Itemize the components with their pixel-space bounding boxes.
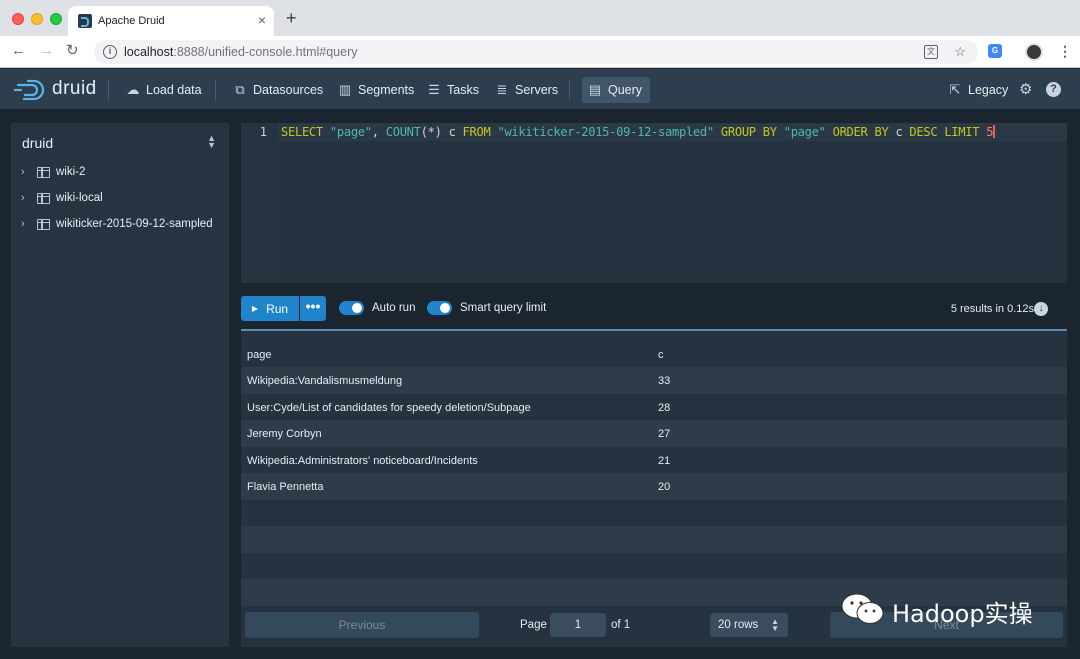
- nav-legacy[interactable]: ⇱ Legacy: [942, 77, 1014, 103]
- table-row: Wikipedia:Vandalismusmeldung 33: [241, 367, 1067, 394]
- table-row: User:Cyde/List of candidates for speedy …: [241, 394, 1067, 421]
- nav-servers[interactable]: ≣ Servers: [489, 77, 564, 103]
- druid-header: druid ☁ Load data ⧉ Datasources ▥ Segmen…: [0, 69, 1080, 110]
- nav-datasources[interactable]: ⧉ Datasources: [227, 77, 329, 103]
- table-cell: User:Cyde/List of candidates for speedy …: [247, 402, 531, 414]
- schema-sidebar: druid ▲ ▼ › wiki-2 › wiki-local › wikitic…: [11, 123, 229, 647]
- browser-menu-icon[interactable]: ⋮: [1058, 42, 1072, 60]
- query-editor[interactable]: 1 SELECT "page", COUNT(*) c FROM "wikiti…: [241, 123, 1067, 283]
- browser-tab-strip: Apache Druid × +: [0, 0, 1080, 36]
- column-header-c[interactable]: c: [658, 349, 664, 361]
- back-arrow-icon[interactable]: ←: [11, 42, 26, 60]
- nav-divider: [215, 80, 216, 100]
- column-header-page[interactable]: page: [247, 349, 271, 361]
- query-text[interactable]: SELECT "page", COUNT(*) c FROM "wikitick…: [278, 123, 1067, 141]
- stacked-chart-icon: ▥: [338, 82, 352, 97]
- close-window-button[interactable]: [12, 13, 24, 25]
- auto-run-label: Auto run: [372, 302, 416, 314]
- table-row-empty: [241, 526, 1067, 553]
- page-number-input[interactable]: 1: [550, 613, 606, 637]
- tree-item-wiki-2[interactable]: › wiki-2: [21, 163, 85, 181]
- browser-toolbar: ← → ↻ i localhost:8888/unified-console.h…: [0, 36, 1080, 68]
- double-caret-icon: ▲ ▼: [771, 617, 779, 633]
- table-cell: Wikipedia:Vandalismusmeldung: [247, 375, 403, 387]
- browser-tab[interactable]: Apache Druid ×: [68, 6, 274, 36]
- results-info: 5 results in 0.12s: [950, 303, 1034, 315]
- application-icon: ▤: [588, 82, 602, 97]
- table-cell: Wikipedia:Administrators' noticeboard/In…: [247, 455, 478, 467]
- schema-select[interactable]: druid: [22, 135, 53, 151]
- chevron-right-icon[interactable]: ›: [21, 218, 31, 230]
- reload-icon[interactable]: ↻: [66, 42, 79, 60]
- page-total-label: of 1: [611, 619, 631, 631]
- minimize-window-button[interactable]: [31, 13, 43, 25]
- table-cell: 33: [658, 375, 671, 387]
- nav-segments[interactable]: ▥ Segments: [332, 77, 420, 103]
- play-icon: ▶: [251, 304, 259, 313]
- auto-run-toggle[interactable]: [339, 301, 364, 315]
- table-cell: 21: [658, 455, 671, 467]
- text-cursor: [993, 125, 996, 138]
- address-bar[interactable]: i localhost:8888/unified-console.html#qu…: [94, 40, 978, 64]
- info-icon[interactable]: i: [103, 45, 117, 59]
- chevron-right-icon[interactable]: ›: [21, 166, 31, 178]
- table-icon: [37, 192, 50, 204]
- watermark-text: Hadoop实操: [892, 600, 1033, 628]
- table-cell: Flavia Pennetta: [247, 481, 324, 493]
- table-cell: 20: [658, 481, 671, 493]
- double-caret-icon[interactable]: ▲ ▼: [207, 134, 216, 150]
- nav-query[interactable]: ▤ Query: [582, 77, 650, 103]
- cloud-upload-icon: ☁: [126, 82, 140, 97]
- more-options-button[interactable]: •••: [300, 296, 326, 321]
- table-row-empty: [241, 500, 1067, 527]
- maximize-window-button[interactable]: [50, 13, 62, 25]
- bookmark-star-icon[interactable]: ☆: [954, 44, 966, 60]
- translate-extension-icon[interactable]: G: [988, 44, 1002, 58]
- database-icon: ≣: [496, 82, 508, 97]
- table-row: Jeremy Corbyn 27: [241, 420, 1067, 447]
- table-cell: 28: [658, 402, 671, 414]
- table-cell: 27: [658, 428, 671, 440]
- smart-query-limit-label: Smart query limit: [460, 302, 547, 314]
- druid-logo-text: druid: [52, 78, 97, 99]
- wechat-watermark: Hadoop实操: [840, 588, 1060, 628]
- wechat-logo-icon: [841, 593, 884, 624]
- table-icon: [37, 218, 50, 230]
- tree-item-wiki-local[interactable]: › wiki-local: [21, 189, 103, 207]
- line-number: 1: [241, 123, 277, 283]
- table-icon: [37, 166, 50, 178]
- help-icon[interactable]: ?: [1046, 82, 1061, 97]
- gantt-chart-icon: ☰: [428, 82, 440, 97]
- table-row: Wikipedia:Administrators' noticeboard/In…: [241, 447, 1067, 474]
- table-cell: Jeremy Corbyn: [247, 428, 322, 440]
- chevron-right-icon[interactable]: ›: [21, 192, 31, 204]
- download-icon[interactable]: ↓: [1034, 302, 1048, 316]
- nav-tasks[interactable]: ☰ Tasks: [421, 77, 485, 103]
- share-icon: ⇱: [949, 82, 961, 97]
- run-button[interactable]: ▶ Run: [241, 296, 299, 321]
- close-tab-icon[interactable]: ×: [258, 12, 266, 28]
- tab-title: Apache Druid: [98, 15, 165, 27]
- nav-load-data[interactable]: ☁ Load data: [120, 77, 208, 103]
- table-row-empty: [241, 553, 1067, 580]
- nav-divider: [569, 80, 570, 100]
- settings-gear-icon[interactable]: ⚙: [1019, 81, 1032, 99]
- smart-query-limit-toggle[interactable]: [427, 301, 452, 315]
- profile-avatar[interactable]: [1025, 43, 1043, 61]
- multi-select-icon: ⧉: [235, 82, 245, 97]
- url-text: localhost:8888/unified-console.html#quer…: [124, 45, 358, 59]
- druid-favicon-icon: [78, 14, 92, 28]
- new-tab-icon[interactable]: +: [286, 9, 297, 27]
- tree-item-wikiticker[interactable]: › wikiticker-2015-09-12-sampled: [21, 215, 213, 233]
- table-row: Flavia Pennetta 20: [241, 473, 1067, 500]
- page-label: Page: [520, 619, 547, 631]
- rows-per-page-select[interactable]: 20 rows ▲ ▼: [710, 613, 788, 637]
- nav-divider: [108, 80, 109, 100]
- previous-page-button[interactable]: Previous: [245, 612, 479, 638]
- forward-arrow-icon[interactable]: →: [39, 42, 54, 60]
- druid-logo-icon: [14, 79, 45, 101]
- translate-icon[interactable]: 文: [924, 45, 938, 59]
